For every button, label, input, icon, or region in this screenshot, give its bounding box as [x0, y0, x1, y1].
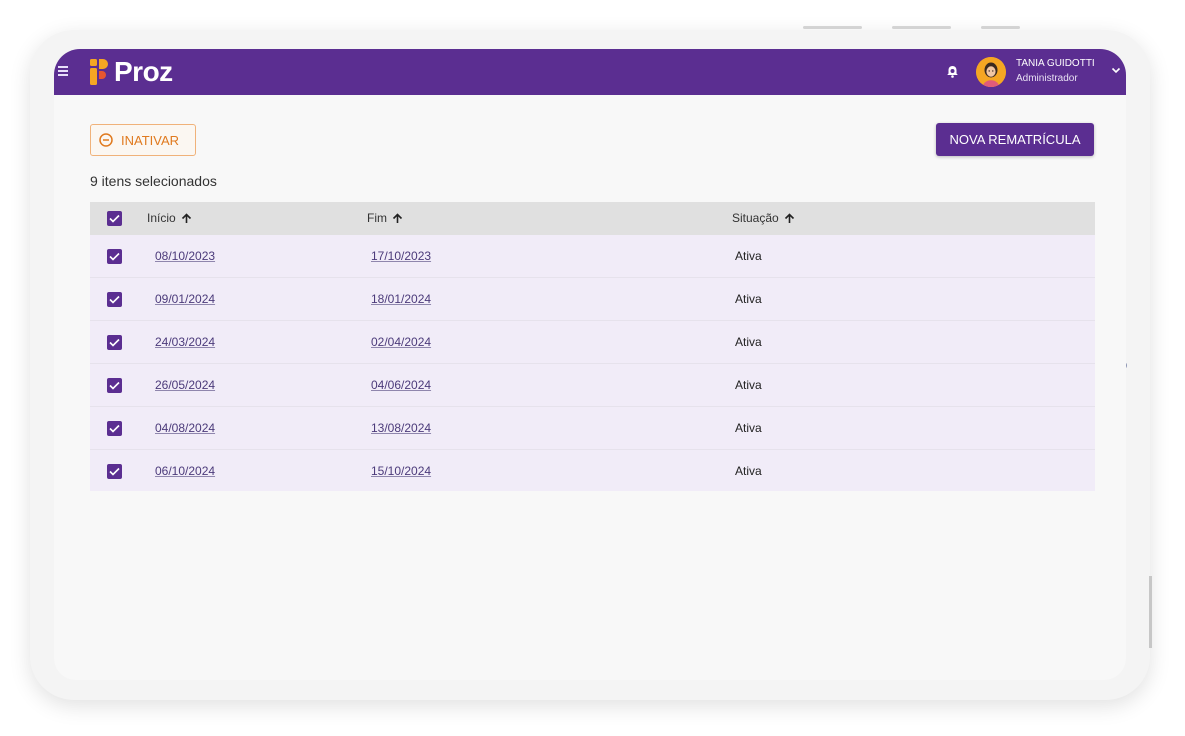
select-all-checkbox[interactable]	[107, 211, 122, 226]
cell-fim-link[interactable]: 04/06/2024	[371, 378, 431, 392]
cell-situacao: Ativa	[735, 378, 762, 392]
cell-inicio-link[interactable]: 06/10/2024	[155, 464, 215, 478]
cell-fim-link[interactable]: 02/04/2024	[371, 335, 431, 349]
table-header: Início Fim Situação	[90, 202, 1095, 235]
column-label: Situação	[732, 211, 779, 225]
check-icon	[109, 214, 120, 223]
check-icon	[109, 424, 120, 433]
row-checkbox[interactable]	[107, 249, 122, 264]
user-avatar-icon	[976, 57, 1006, 87]
bell-icon[interactable]	[946, 65, 959, 78]
cell-fim-link[interactable]: 18/01/2024	[371, 292, 431, 306]
table-row[interactable]: 26/05/2024 04/06/2024 Ativa	[90, 364, 1095, 407]
window-tab-indicator	[981, 26, 1020, 29]
window-tab-indicator	[803, 26, 862, 29]
table-row[interactable]: 09/01/2024 18/01/2024 Ativa	[90, 278, 1095, 321]
check-icon	[109, 252, 120, 261]
table-row[interactable]: 24/03/2024 02/04/2024 Ativa	[90, 321, 1095, 364]
table-row[interactable]: 06/10/2024 15/10/2024 Ativa	[90, 450, 1095, 491]
selected-count: 9 itens selecionados	[90, 173, 217, 189]
proz-logo[interactable]: Proz	[90, 56, 173, 87]
cell-situacao: Ativa	[735, 292, 762, 306]
row-checkbox[interactable]	[107, 421, 122, 436]
avatar[interactable]	[976, 57, 1006, 87]
cell-situacao: Ativa	[735, 464, 762, 478]
chevron-down-icon[interactable]	[1110, 64, 1122, 76]
column-label: Fim	[367, 211, 387, 225]
row-checkbox[interactable]	[107, 292, 122, 307]
app-screen: Proz TANIA GUIDOTTI Administrador INATIV…	[54, 49, 1126, 680]
proz-logo-mark-icon	[90, 59, 108, 85]
menu-icon[interactable]	[58, 66, 68, 76]
table-row[interactable]: 08/10/2023 17/10/2023 Ativa	[90, 235, 1095, 278]
cell-inicio-link[interactable]: 26/05/2024	[155, 378, 215, 392]
logo-text: Proz	[114, 56, 173, 87]
cell-inicio-link[interactable]: 08/10/2023	[155, 249, 215, 263]
cell-situacao: Ativa	[735, 421, 762, 435]
arrow-up-icon	[392, 212, 403, 223]
nova-rematricula-label: NOVA REMATRÍCULA	[949, 132, 1081, 147]
cell-situacao: Ativa	[735, 335, 762, 349]
column-header-situacao[interactable]: Situação	[732, 211, 795, 225]
window-tab-indicator	[892, 26, 951, 29]
check-icon	[109, 381, 120, 390]
cell-inicio-link[interactable]: 04/08/2024	[155, 421, 215, 435]
column-header-inicio[interactable]: Início	[147, 211, 192, 225]
arrow-up-icon	[784, 212, 794, 223]
table-row[interactable]: 04/08/2024 13/08/2024 Ativa	[90, 407, 1095, 450]
column-header-fim[interactable]: Fim	[367, 211, 403, 225]
cell-fim-link[interactable]: 15/10/2024	[371, 464, 431, 478]
inativar-button[interactable]: INATIVAR	[90, 124, 196, 156]
check-icon	[109, 467, 120, 476]
nova-rematricula-button[interactable]: NOVA REMATRÍCULA	[936, 123, 1094, 156]
scrollbar[interactable]	[1149, 576, 1152, 648]
check-icon	[109, 338, 120, 347]
arrow-up-icon	[181, 212, 191, 223]
cell-inicio-link[interactable]: 24/03/2024	[155, 335, 215, 349]
minus-circle-icon	[99, 133, 113, 147]
user-role: Administrador	[1016, 73, 1078, 84]
user-name: TANIA GUIDOTTI	[1016, 58, 1095, 69]
row-checkbox[interactable]	[107, 378, 122, 393]
cell-fim-link[interactable]: 17/10/2023	[371, 249, 431, 263]
cell-fim-link[interactable]: 13/08/2024	[371, 421, 431, 435]
cell-situacao: Ativa	[735, 249, 762, 263]
rematricula-table: Início Fim Situação 08/10/2023 17/10/202…	[90, 202, 1095, 491]
cell-inicio-link[interactable]: 09/01/2024	[155, 292, 215, 306]
row-checkbox[interactable]	[107, 335, 122, 350]
column-label: Início	[147, 211, 176, 225]
inativar-label: INATIVAR	[121, 132, 180, 148]
top-navigation-bar: Proz TANIA GUIDOTTI Administrador	[54, 49, 1126, 95]
check-icon	[109, 295, 120, 304]
row-checkbox[interactable]	[107, 464, 122, 479]
